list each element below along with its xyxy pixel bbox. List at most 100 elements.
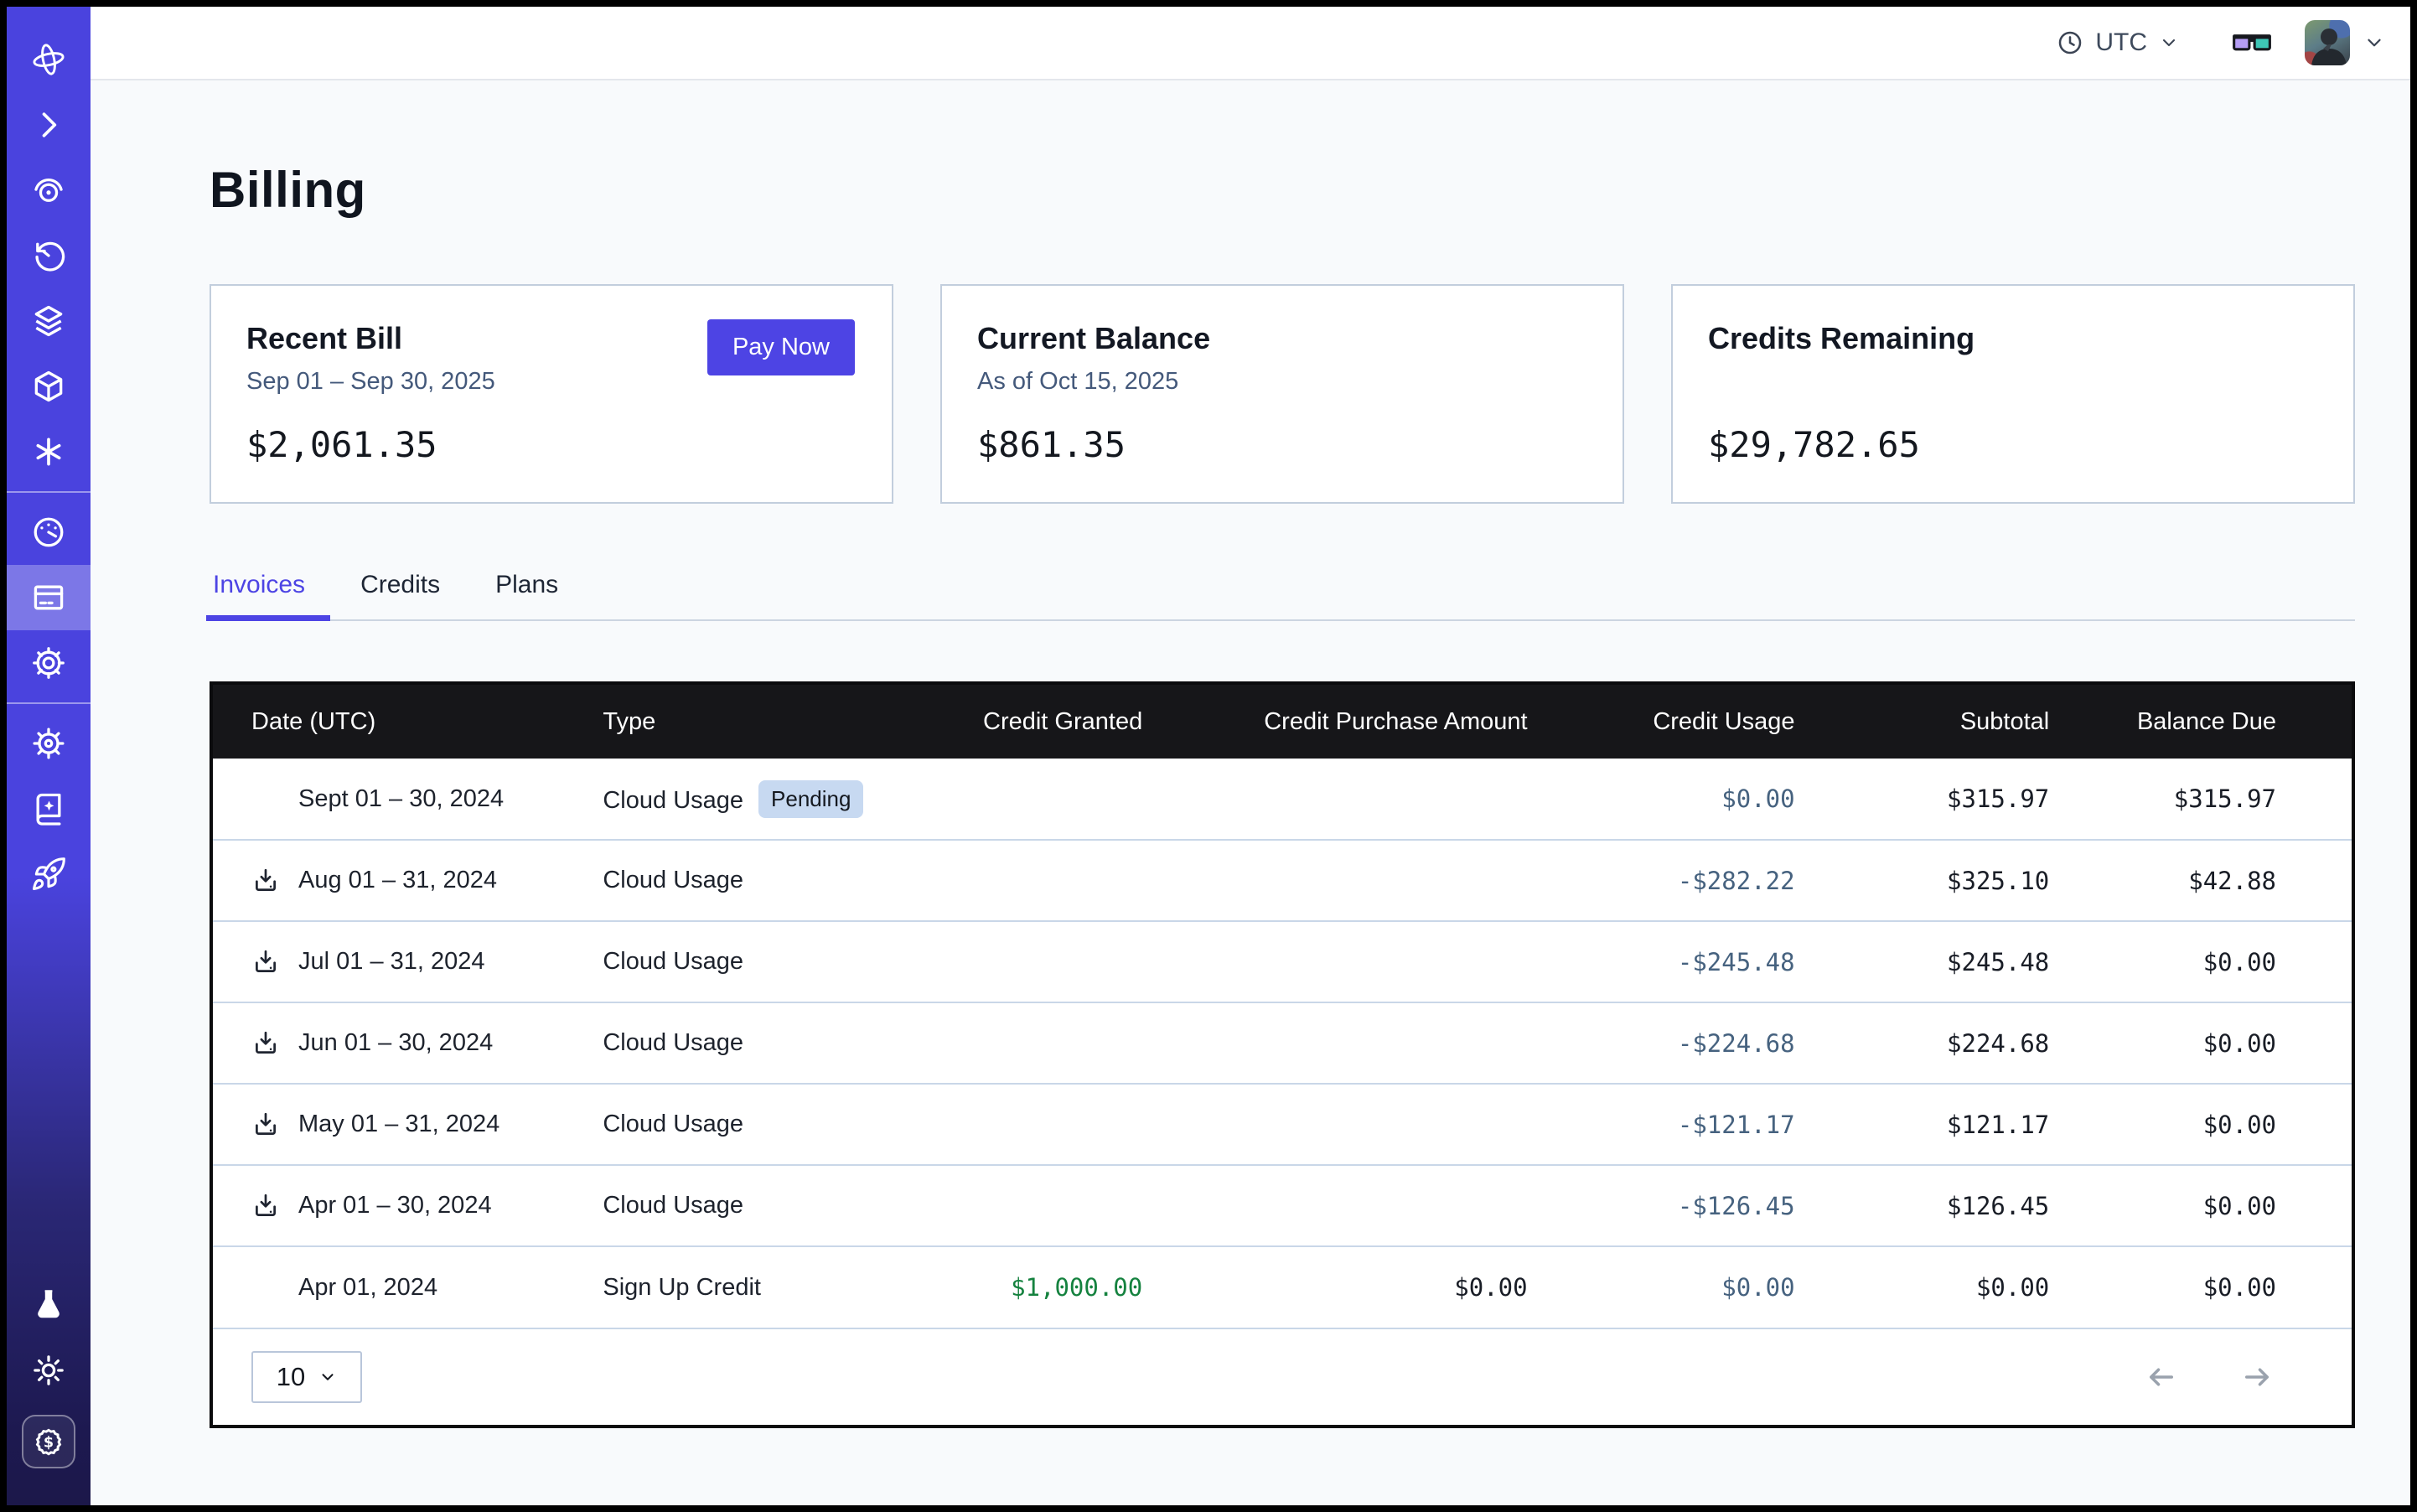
page-size-value: 10: [277, 1362, 305, 1392]
tab-plans[interactable]: Plans: [492, 571, 562, 619]
credits-button[interactable]: $: [7, 1403, 91, 1480]
current-balance-card: Current Balance As of Oct 15, 2025 $861.…: [940, 284, 1624, 504]
credit-granted-cell: [882, 1002, 1147, 1084]
subtotal-cell: $0.00: [1800, 1246, 2055, 1328]
layers-icon[interactable]: [7, 288, 91, 354]
invoice-date: Sept 01 – 30, 2024: [298, 785, 504, 813]
billing-card-icon[interactable]: [7, 565, 91, 630]
invoice-date: Apr 01, 2024: [298, 1274, 437, 1302]
next-page-arrow-icon[interactable]: [2239, 1359, 2275, 1395]
status-badge: Pending: [758, 780, 863, 818]
package-cube-icon[interactable]: [7, 354, 91, 419]
app-window: $ UTC: [0, 0, 2417, 1512]
download-invoice-icon[interactable]: [251, 867, 280, 895]
download-invoice-icon[interactable]: [251, 1192, 280, 1220]
invoice-date: Apr 01 – 30, 2024: [298, 1192, 492, 1219]
expand-chevron-icon[interactable]: [7, 92, 91, 158]
table-row: May 01 – 31, 2024 Cloud Usage -$121.17 $…: [213, 1084, 2352, 1165]
credit-granted-cell: $1,000.00: [882, 1246, 1147, 1328]
column-header: Date (UTC): [213, 685, 598, 759]
invoice-date: Jul 01 – 31, 2024: [298, 948, 485, 976]
page-title: Billing: [210, 161, 2355, 219]
theme-sun-icon[interactable]: [7, 1338, 91, 1403]
billing-page: Billing Recent Bill Sep 01 – Sep 30, 202…: [91, 80, 2355, 1509]
balance-due-cell: $0.00: [2054, 1084, 2352, 1165]
3d-glasses-button[interactable]: [2231, 30, 2273, 55]
clock-icon: [2057, 29, 2083, 56]
chevron-down-icon: [318, 1368, 337, 1386]
subtotal-cell: $315.97: [1800, 759, 2055, 840]
credits-remaining-card: Credits Remaining $29,782.65: [1671, 284, 2355, 504]
invoice-date: May 01 – 31, 2024: [298, 1111, 499, 1138]
credit-purchase-cell: [1147, 759, 1532, 840]
credit-purchase-cell: [1147, 840, 1532, 921]
column-header: Balance Due: [2054, 685, 2352, 759]
credit-purchase-cell: [1147, 1002, 1532, 1084]
invoice-type: Cloud Usage: [603, 787, 743, 814]
docs-book-sparkle-icon[interactable]: [7, 776, 91, 841]
credit-granted-cell: [882, 1165, 1147, 1246]
pay-now-button[interactable]: Pay Now: [707, 319, 855, 375]
table-row: Jun 01 – 30, 2024 Cloud Usage -$224.68 $…: [213, 1002, 2352, 1084]
subtotal-cell: $121.17: [1800, 1084, 2055, 1165]
column-header: Credit Usage: [1533, 685, 1800, 759]
timezone-label: UTC: [2095, 28, 2147, 57]
credits-remaining-amount: $29,782.65: [1708, 424, 2315, 465]
card-title: Current Balance: [977, 321, 1584, 356]
sidebar-divider: [7, 491, 91, 493]
usage-gauge-icon[interactable]: [7, 500, 91, 565]
sidebar: $: [7, 7, 91, 1505]
balance-due-cell: $0.00: [2054, 921, 2352, 1002]
svg-text:$: $: [44, 1434, 54, 1451]
previous-page-arrow-icon[interactable]: [2144, 1359, 2179, 1395]
orbit-logo[interactable]: [7, 27, 91, 92]
observe-eye-icon[interactable]: [7, 158, 91, 223]
credit-purchase-cell: [1147, 1084, 1532, 1165]
labs-flask-icon[interactable]: [7, 1272, 91, 1338]
table-header: Date (UTC)TypeCredit GrantedCredit Purch…: [213, 685, 2352, 759]
invoices-table: Date (UTC)TypeCredit GrantedCredit Purch…: [210, 681, 2355, 1428]
invoice-date: Jun 01 – 30, 2024: [298, 1029, 493, 1057]
history-clock-icon[interactable]: [7, 223, 91, 288]
credit-usage-cell: -$224.68: [1533, 1002, 1800, 1084]
settings-gear-icon[interactable]: [7, 630, 91, 696]
page-size-select[interactable]: 10: [251, 1351, 362, 1403]
credit-usage-cell: -$245.48: [1533, 921, 1800, 1002]
credit-usage-cell: $0.00: [1533, 759, 1800, 840]
subtotal-cell: $126.45: [1800, 1165, 2055, 1246]
invoice-date: Aug 01 – 31, 2024: [298, 867, 497, 894]
recent-bill-card: Recent Bill Sep 01 – Sep 30, 2025 $2,061…: [210, 284, 893, 504]
subtotal-cell: $224.68: [1800, 1002, 2055, 1084]
credit-purchase-cell: [1147, 921, 1532, 1002]
asterisk-icon[interactable]: [7, 419, 91, 484]
subtotal-cell: $325.10: [1800, 840, 2055, 921]
table-row: Aug 01 – 31, 2024 Cloud Usage -$282.22 $…: [213, 840, 2352, 921]
summary-cards: Recent Bill Sep 01 – Sep 30, 2025 $2,061…: [210, 284, 2355, 504]
user-avatar[interactable]: [2305, 20, 2350, 65]
account-menu-chevron-icon[interactable]: [2363, 32, 2385, 54]
recent-bill-amount: $2,061.35: [246, 424, 853, 465]
balance-due-cell: $0.00: [2054, 1002, 2352, 1084]
download-invoice-icon[interactable]: [251, 1029, 280, 1058]
credit-granted-cell: [882, 921, 1147, 1002]
balance-due-cell: $0.00: [2054, 1246, 2352, 1328]
tab-invoices[interactable]: Invoices: [210, 571, 308, 619]
invoice-type: Cloud Usage: [603, 1111, 743, 1137]
pagination: 10: [213, 1328, 2352, 1425]
table-row: Jul 01 – 31, 2024 Cloud Usage -$245.48 $…: [213, 921, 2352, 1002]
download-invoice-icon[interactable]: [251, 948, 280, 976]
support-helm-icon[interactable]: [7, 711, 91, 776]
download-invoice-icon[interactable]: [251, 1111, 280, 1139]
credit-granted-cell: [882, 1084, 1147, 1165]
current-balance-amount: $861.35: [977, 424, 1584, 465]
column-header: Credit Purchase Amount: [1147, 685, 1532, 759]
credit-purchase-cell: [1147, 1165, 1532, 1246]
rocket-icon[interactable]: [7, 841, 91, 907]
main-area: UTC: [91, 7, 2410, 1505]
tab-credits[interactable]: Credits: [357, 571, 443, 619]
credit-granted-cell: [882, 840, 1147, 921]
column-header: Subtotal: [1800, 685, 2055, 759]
topbar: UTC: [91, 7, 2410, 80]
credit-usage-cell: -$121.17: [1533, 1084, 1800, 1165]
timezone-selector[interactable]: UTC: [2057, 28, 2179, 57]
